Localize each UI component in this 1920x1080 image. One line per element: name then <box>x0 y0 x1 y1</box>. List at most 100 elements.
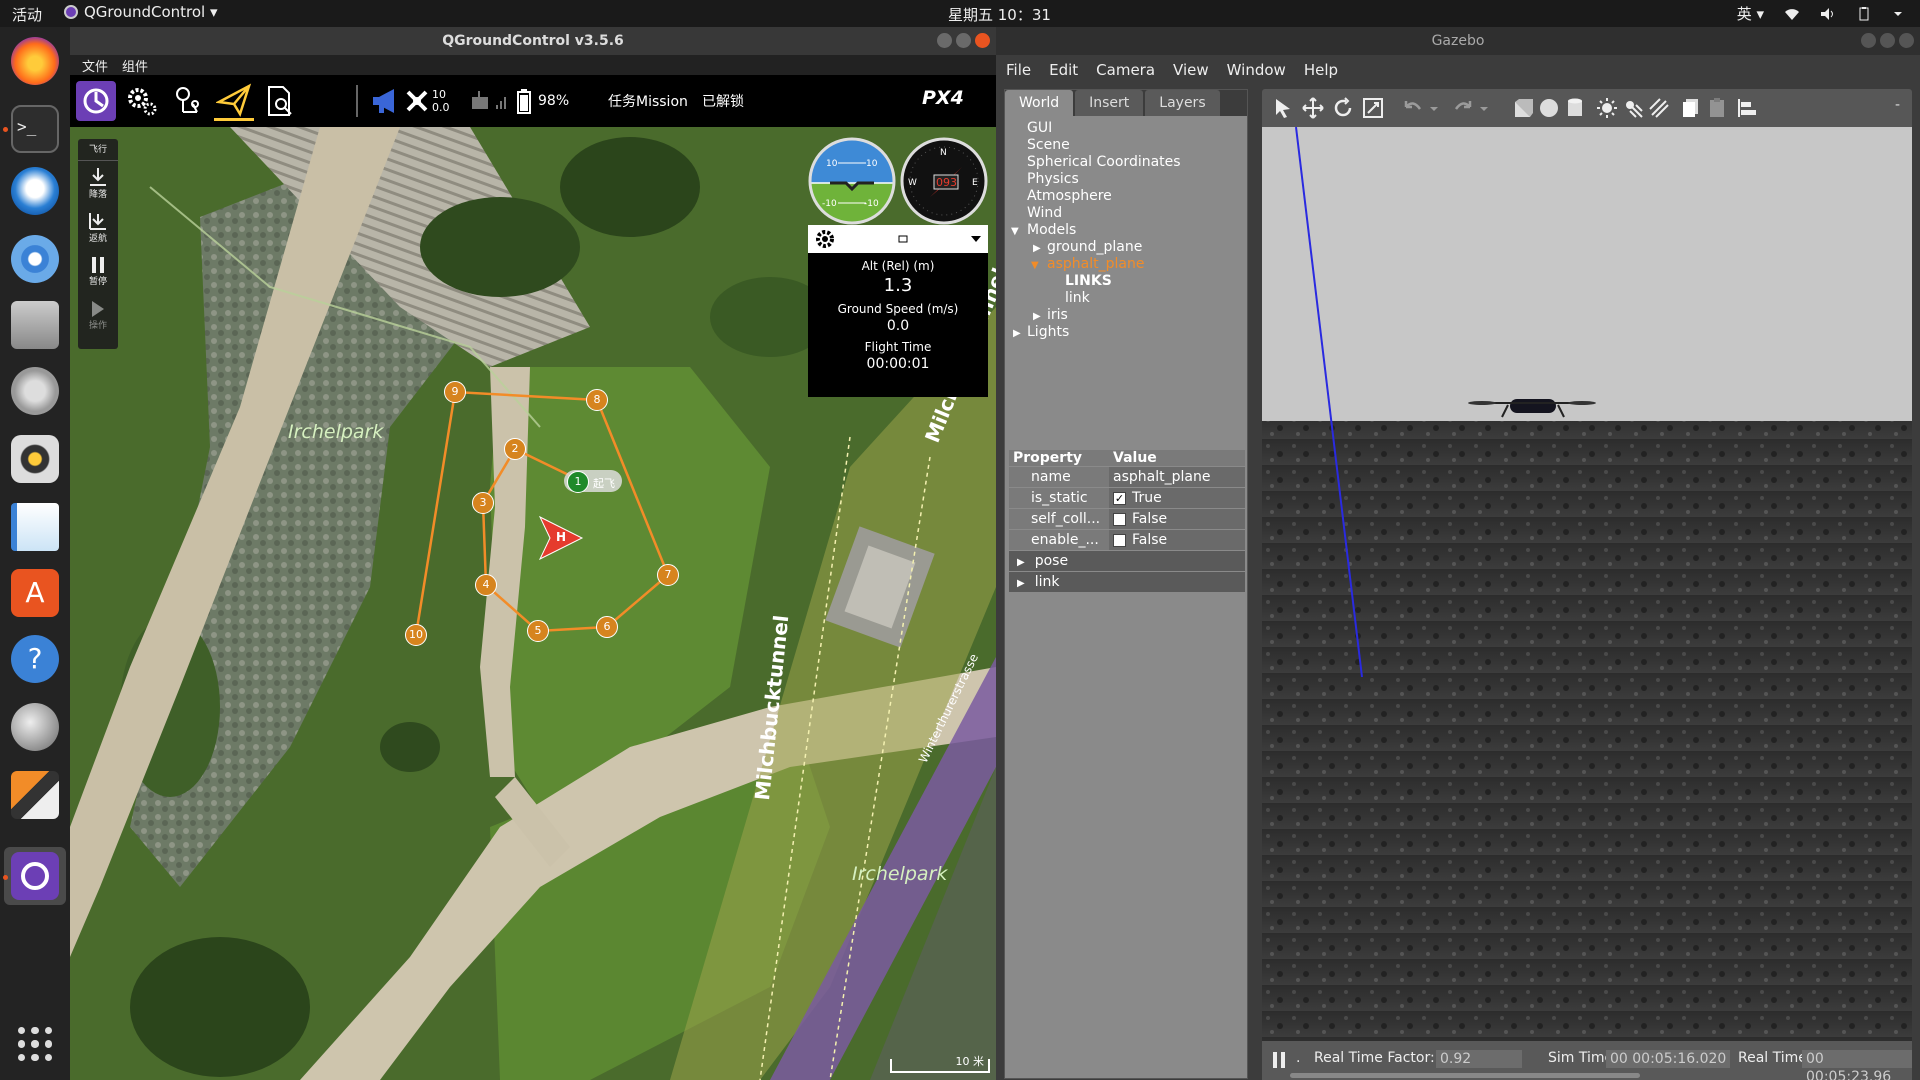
tab-insert[interactable]: Insert <box>1075 90 1144 116</box>
tab-world[interactable]: World <box>1005 90 1074 116</box>
box-shape-icon[interactable] <box>1512 97 1534 119</box>
align-icon[interactable] <box>1736 97 1758 119</box>
rtl-button[interactable]: 返航 <box>78 205 118 249</box>
collapsed-arrow-icon[interactable]: ▶ <box>1033 308 1041 325</box>
show-applications-button[interactable] <box>18 1027 52 1061</box>
qgc-titlebar[interactable]: QGroundControl v3.5.6 <box>70 27 996 55</box>
chevron-down-icon[interactable] <box>1478 97 1490 119</box>
scale-mode-icon[interactable] <box>1362 97 1384 119</box>
fly-view-button[interactable] <box>214 81 254 121</box>
rhythmbox-icon[interactable] <box>11 435 59 483</box>
property-value-name[interactable]: asphalt_plane <box>1109 467 1245 487</box>
waypoint-marker[interactable]: 10 <box>405 624 427 646</box>
files-icon[interactable] <box>11 301 59 349</box>
vehicle-setup-button[interactable] <box>122 81 162 121</box>
plan-view-button[interactable] <box>168 81 208 121</box>
chevron-down-icon[interactable] <box>1428 97 1440 119</box>
activities-button[interactable]: 活动 <box>12 4 42 25</box>
tree-item-iris[interactable]: ▶ iris <box>1005 307 1247 324</box>
minimize-button[interactable] <box>937 33 952 48</box>
close-button[interactable] <box>1899 33 1914 48</box>
tree-item-link[interactable]: link <box>1005 290 1247 307</box>
enable-wind-checkbox[interactable] <box>1113 533 1126 547</box>
expanded-arrow-icon[interactable]: ▼ <box>1011 223 1019 240</box>
tree-item-ground-plane[interactable]: ▶ ground_plane <box>1005 239 1247 256</box>
qgroundcontrol-icon[interactable] <box>11 852 59 900</box>
directional-light-icon[interactable] <box>1648 97 1670 119</box>
step-button[interactable]: . <box>1296 1050 1300 1066</box>
system-tray[interactable]: 英 ▾ <box>1737 3 1904 24</box>
tree-item-scene[interactable]: Scene <box>1005 137 1247 154</box>
action-button[interactable]: 操作 <box>78 293 118 337</box>
menu-view[interactable]: View <box>1173 61 1209 79</box>
copy-icon[interactable] <box>1680 97 1702 119</box>
minimize-button[interactable] <box>1861 33 1876 48</box>
disk-icon[interactable] <box>11 703 59 751</box>
spot-light-icon[interactable] <box>1622 97 1644 119</box>
battery-indicator[interactable]: 98% <box>516 81 576 121</box>
select-mode-icon[interactable] <box>1272 97 1294 119</box>
settings-icon[interactable] <box>11 367 59 415</box>
collapsed-arrow-icon[interactable]: ▶ <box>1013 325 1021 342</box>
waypoint-marker[interactable]: 9 <box>444 381 466 403</box>
waypoint-marker[interactable]: 5 <box>527 620 549 642</box>
paste-icon[interactable] <box>1706 97 1728 119</box>
waypoint-marker[interactable]: 2 <box>504 438 526 460</box>
close-button[interactable] <box>975 33 990 48</box>
arm-status[interactable]: 已解锁 <box>702 91 744 111</box>
menu-file[interactable]: File <box>1006 61 1031 79</box>
translate-mode-icon[interactable] <box>1302 97 1324 119</box>
pause-icon[interactable] <box>1272 1051 1286 1069</box>
land-button[interactable]: 降落 <box>78 161 118 205</box>
tree-item-asphalt-plane[interactable]: ▼ asphalt_plane <box>1005 256 1247 273</box>
horizontal-scrollbar[interactable] <box>1290 1073 1640 1078</box>
input-method-indicator[interactable]: 英 ▾ <box>1737 3 1764 24</box>
tree-item-atmosphere[interactable]: Atmosphere <box>1005 188 1247 205</box>
analyze-view-button[interactable] <box>260 81 300 121</box>
writer-icon[interactable] <box>11 503 59 551</box>
waypoint-marker[interactable]: 8 <box>586 389 608 411</box>
waypoint-marker[interactable]: 1 <box>567 471 589 493</box>
tree-item-wind[interactable]: Wind <box>1005 205 1247 222</box>
pause-button[interactable]: 暂停 <box>78 249 118 293</box>
waypoint-marker[interactable]: 3 <box>472 492 494 514</box>
menu-help[interactable]: Help <box>1304 61 1338 79</box>
rotate-mode-icon[interactable] <box>1332 97 1354 119</box>
tab-layers[interactable]: Layers <box>1145 90 1220 116</box>
menu-widgets[interactable]: 组件 <box>122 56 148 75</box>
property-group-link[interactable]: ▶ link <box>1009 572 1245 592</box>
redo-icon[interactable] <box>1452 97 1474 119</box>
messages-indicator[interactable] <box>366 81 406 121</box>
collapsed-arrow-icon[interactable]: ▶ <box>1033 240 1041 257</box>
point-light-icon[interactable] <box>1596 97 1618 119</box>
waypoint-marker[interactable]: 7 <box>657 564 679 586</box>
gps-indicator[interactable]: 10 0.0 <box>404 81 464 121</box>
gazebo-scene[interactable] <box>1262 127 1912 1041</box>
self-collide-checkbox[interactable] <box>1113 512 1126 526</box>
waypoint-marker[interactable]: 4 <box>475 574 497 596</box>
waypoint-marker[interactable]: 6 <box>596 616 618 638</box>
expanded-arrow-icon[interactable]: ▼ <box>1031 257 1039 274</box>
gear-icon[interactable] <box>814 228 836 250</box>
software-center-icon[interactable]: A <box>11 569 59 617</box>
tree-item-spherical-coordinates[interactable]: Spherical Coordinates <box>1005 154 1247 171</box>
menu-window[interactable]: Window <box>1227 61 1286 79</box>
tree-item-lights[interactable]: ▶ Lights <box>1005 324 1247 341</box>
property-group-pose[interactable]: ▶ pose <box>1009 551 1245 571</box>
is-static-checkbox[interactable]: ✓ <box>1113 491 1126 505</box>
flight-mode[interactable]: 任务Mission <box>608 91 688 111</box>
menu-file[interactable]: 文件 <box>82 56 108 75</box>
menu-edit[interactable]: Edit <box>1049 61 1078 79</box>
tree-item-models[interactable]: ▼ Models <box>1005 222 1247 239</box>
undo-icon[interactable] <box>1402 97 1424 119</box>
maximize-button[interactable] <box>1880 33 1895 48</box>
sphere-shape-icon[interactable] <box>1538 97 1560 119</box>
qgc-home-button[interactable] <box>76 81 116 121</box>
thunderbird-icon[interactable] <box>11 167 59 215</box>
tree-item-physics[interactable]: Physics <box>1005 171 1247 188</box>
help-icon[interactable]: ? <box>11 635 59 683</box>
firefox-icon[interactable] <box>11 37 59 85</box>
layers-icon[interactable] <box>11 771 59 819</box>
app-menu[interactable]: QGroundControl ▾ <box>64 3 218 21</box>
toolbar-overflow[interactable]: - <box>1895 97 1900 113</box>
